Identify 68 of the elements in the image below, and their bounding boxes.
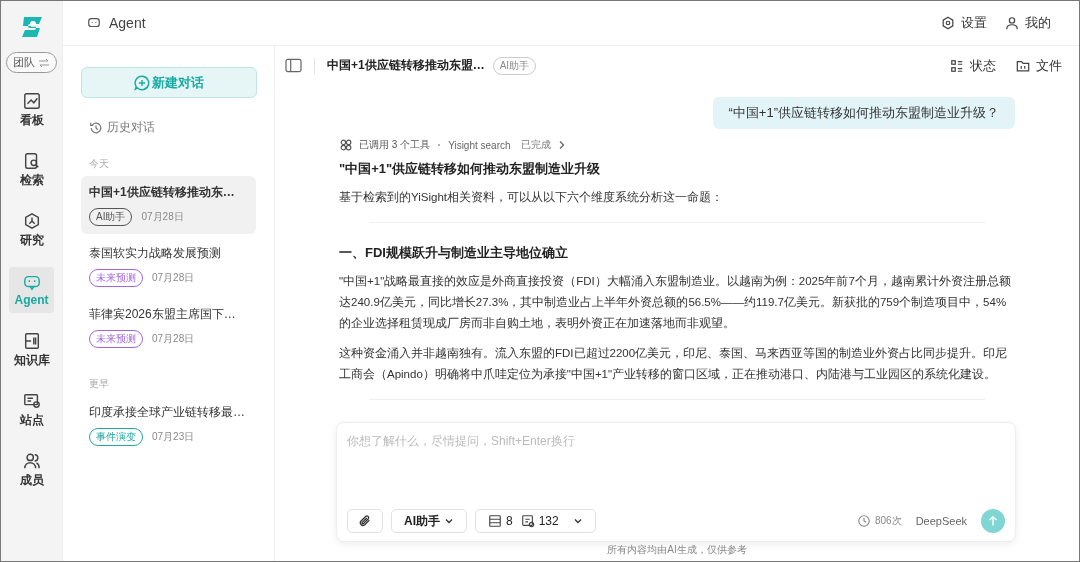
conversation-title: 印度承接全球产业链转移最… (89, 404, 246, 421)
chat-title: 中国+1供应链转移推动东盟… (327, 57, 485, 74)
people-icon (22, 451, 41, 470)
nav-item[interactable]: 知识库 (9, 327, 54, 373)
status-button[interactable]: 状态 (950, 56, 996, 75)
nav-item[interactable]: 研究 (9, 207, 54, 253)
attach-button[interactable] (347, 509, 383, 533)
user-icon (1005, 16, 1019, 30)
disclaimer: 所有内容均由AI生成，仅供参考 (606, 543, 748, 557)
usage-count: 806次 (874, 514, 902, 528)
list-icon (950, 58, 964, 73)
tool-summary: 已调用 3 个工具 (359, 138, 431, 152)
caret-icon (572, 516, 583, 526)
section-heading: 一、FDI规模跃升与制造业主导地位确立 (339, 244, 569, 262)
history-icon (89, 120, 103, 135)
group-label: 更早 (89, 377, 110, 391)
conversation-date: 07月23日 (152, 430, 195, 444)
conversation-item[interactable]: 印度承接全球产业链转移最… 事件演变 07月23日 (81, 396, 256, 454)
document-icon (520, 514, 535, 528)
folder-icon (1016, 58, 1030, 73)
arrows-icon (38, 57, 50, 68)
answer-paragraph: "中国+1"战略最直接的效应是外商直接投资（FDI）大幅涌入东盟制造业。以越南为例：2025年前7个月，越南累计外资注册总额达240.9亿美元，同比增长27.3%，其中制造业占上半年外资总额的56.5%——约119.7亿美元。新获批的759个制造项目中，54%的企业选择租赁现成厂房而非自购土地，表明外资正在加速落地而非观望。 (339, 274, 1012, 331)
conversation-item[interactable]: 中国+1供应链转移推动东… AI助手 07月28日 (81, 176, 256, 234)
sources-dropdown[interactable]: 8 132 (475, 509, 596, 533)
conversation-title: 菲律宾2026东盟主席国下… (89, 306, 237, 323)
nav-item[interactable]: 看板 (9, 87, 54, 133)
add-chat-icon (134, 74, 150, 91)
hexagon-icon (22, 211, 41, 230)
answer-intro: 基于检索到的YiSight相关资料，可以从以下六个维度系统分析这一命题： (339, 190, 724, 205)
settings-icon (941, 16, 955, 30)
answer-title: "中国+1"供应链转移如何推动东盟制造业升级 (339, 160, 602, 178)
history-label: 历史对话 (107, 119, 155, 136)
arrow-up-icon (986, 514, 1000, 528)
settings-button[interactable]: 设置 (941, 14, 987, 32)
book-icon (22, 331, 41, 350)
caret-icon (444, 516, 454, 526)
conversation-item[interactable]: 菲律宾2026东盟主席国下… 未来预测 07月28日 (81, 298, 256, 356)
message-field[interactable]: 你想了解什么，尽情提问，Shift+Enter换行 AI助手 8 132 806次 DeepSeek (336, 422, 1016, 542)
sidebar-toggle-icon[interactable] (285, 58, 302, 73)
database-icon (488, 514, 502, 528)
search-icon (22, 151, 41, 170)
conversation-title: 泰国软实力战略发展预测 (89, 245, 222, 262)
conversation-date: 07月28日 (152, 271, 195, 285)
conversation-title: 中国+1供应链转移推动东… (89, 184, 236, 201)
tool-status: 已完成 (520, 138, 551, 152)
chat-icon (87, 16, 101, 30)
nav-item[interactable]: 检索 (9, 147, 54, 193)
chart-icon (22, 91, 41, 110)
group-label: 今天 (89, 157, 110, 171)
team-button[interactable]: 团队 (6, 52, 57, 73)
location-icon (22, 391, 41, 410)
model-name: DeepSeek (915, 515, 967, 527)
files-button[interactable]: 文件 (1016, 56, 1062, 75)
user-message: “中国+1”供应链转移如何推动东盟制造业升级？ (712, 97, 1015, 129)
mode-dropdown[interactable]: AI助手 (391, 509, 467, 533)
nav-item[interactable]: 成员 (9, 447, 54, 493)
robot-icon (22, 273, 41, 291)
conversation-date: 07月28日 (141, 210, 184, 224)
page-title: Agent (109, 15, 146, 31)
clock-icon (856, 514, 871, 528)
profile-button[interactable]: 我的 (1005, 14, 1051, 32)
paperclip-icon (358, 514, 372, 528)
tools-icon (339, 138, 353, 152)
conversation-item[interactable]: 泰国软实力战略发展预测 未来预测 07月28日 (81, 237, 256, 295)
nav-item[interactable]: 站点 (9, 387, 54, 433)
conversation-date: 07月28日 (152, 332, 195, 346)
tool-source: Yisight search (448, 139, 511, 151)
answer-paragraph: 这种资金涌入并非越南独有。流入东盟的FDI已超过2200亿美元，印尼、泰国、马来西亚等国的制造业外资占比同步提升。印尼工商会（Apindo）明确将中爪哇定位为承接"中国+1"产业转移的窗口区域，正在推动港口、内陆港与工业园区的系统化建设。 (339, 346, 1009, 382)
